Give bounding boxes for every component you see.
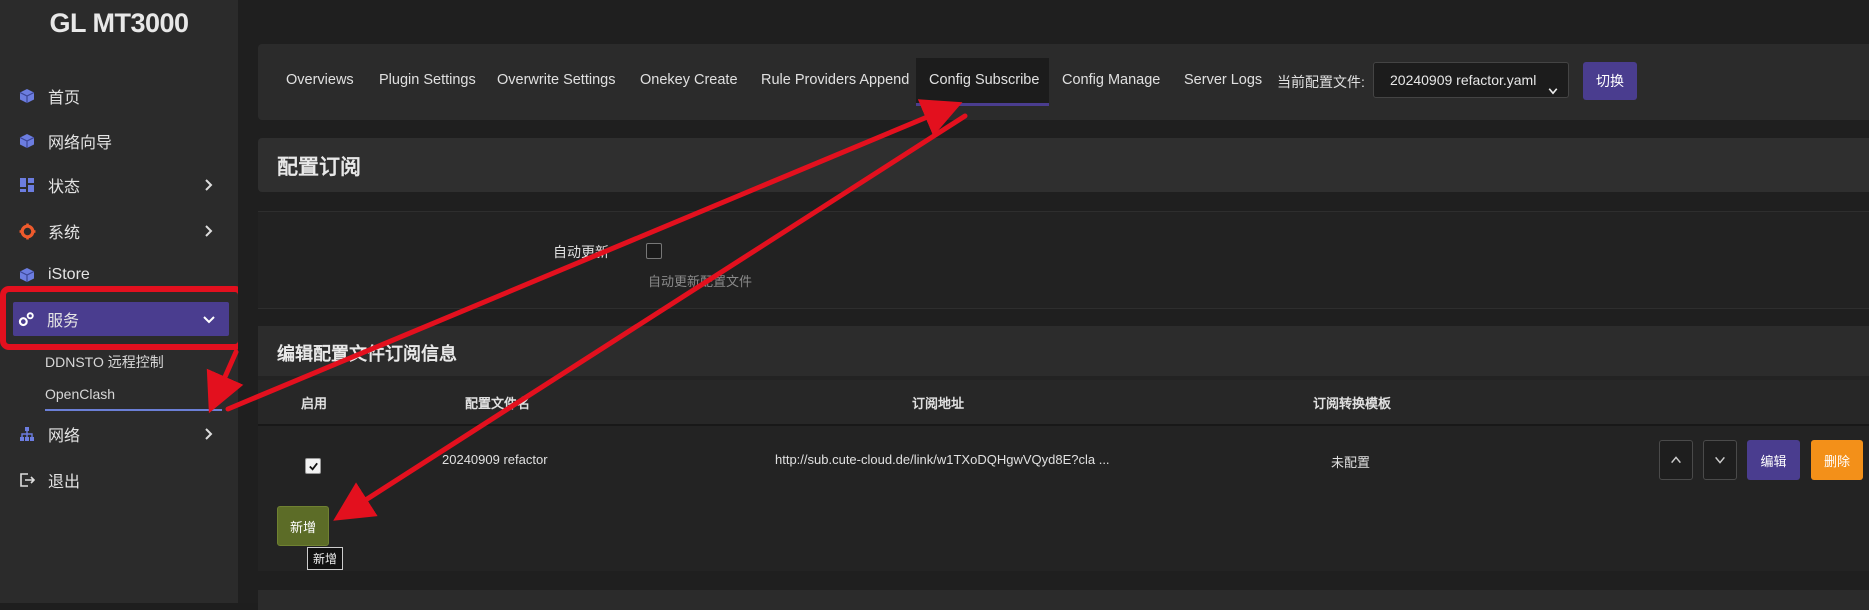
current-config-label: 当前配置文件: xyxy=(1277,74,1365,90)
network-icon xyxy=(18,425,36,443)
tab-config-subscribe[interactable]: Config Subscribe xyxy=(916,58,1049,106)
brand-title: GL MT3000 xyxy=(49,8,189,38)
sidebar-subitem-openclash[interactable]: OpenClash xyxy=(45,386,115,402)
tab-rule-providers-append[interactable]: Rule Providers Append xyxy=(761,58,909,106)
sidebar-item-label: 首页 xyxy=(48,90,81,107)
section-header xyxy=(258,138,1869,192)
tab-server-logs[interactable]: Server Logs xyxy=(1184,58,1262,106)
active-subitem-underline xyxy=(45,409,222,411)
switch-config-button[interactable]: 切换 xyxy=(1583,62,1637,100)
sidebar-item-label: iStore xyxy=(48,266,90,283)
sidebar-item-home[interactable]: 首页 xyxy=(14,79,228,113)
logout-icon xyxy=(18,471,36,489)
cube-icon xyxy=(18,266,36,284)
page-title: 配置订阅 xyxy=(277,156,361,179)
chevron-right-icon xyxy=(200,426,216,442)
sidebar-item-status[interactable]: 状态 xyxy=(14,168,228,202)
move-down-button[interactable] xyxy=(1703,440,1737,480)
sidebar-item-label: 退出 xyxy=(48,474,81,491)
row-enabled-checkbox[interactable] xyxy=(305,458,321,474)
sidebar-item-logout[interactable]: 退出 xyxy=(14,463,228,497)
column-header-enabled: 启用 xyxy=(301,396,328,411)
sidebar-item-label: 网络向导 xyxy=(48,135,113,152)
tab-plugin-settings[interactable]: Plugin Settings xyxy=(379,58,476,106)
column-header-template: 订阅转换模板 xyxy=(1313,396,1392,411)
row-subscription-url: http://sub.cute-cloud.de/link/w1TXoDQHgw… xyxy=(775,452,1110,467)
edit-subscription-header xyxy=(258,326,1869,376)
cube-icon xyxy=(18,132,36,150)
highlight-annotation-box xyxy=(0,286,244,350)
auto-update-description: 自动更新配置文件 xyxy=(648,274,753,289)
chevron-right-icon xyxy=(200,177,216,193)
chevron-right-icon xyxy=(200,223,216,239)
bottom-panel xyxy=(258,590,1869,610)
sidebar-item-network-wizard[interactable]: 网络向导 xyxy=(14,124,228,158)
current-config-select[interactable]: 20240909 refactor.yaml xyxy=(1373,62,1569,98)
chevron-up-icon xyxy=(1671,456,1681,464)
row-config-name: 20240909 refactor xyxy=(442,452,548,467)
checkmark-icon xyxy=(308,462,318,471)
gear-icon xyxy=(18,222,36,240)
column-header-subscription-url: 订阅地址 xyxy=(912,396,965,411)
sidebar-item-system[interactable]: 系统 xyxy=(14,214,228,248)
tab-config-manage[interactable]: Config Manage xyxy=(1062,58,1160,106)
add-button[interactable]: 新增 xyxy=(277,506,329,546)
auto-update-checkbox[interactable] xyxy=(646,243,662,259)
cube-icon xyxy=(18,87,36,105)
auto-update-panel xyxy=(258,211,1869,309)
row-template: 未配置 xyxy=(1331,455,1371,470)
tab-overwrite-settings[interactable]: Overwrite Settings xyxy=(497,58,615,106)
move-up-button[interactable] xyxy=(1659,440,1693,480)
delete-button[interactable]: 删除 xyxy=(1811,440,1863,480)
column-header-config-name: 配置文件名 xyxy=(465,396,531,411)
sidebar-item-label: 网络 xyxy=(48,428,81,445)
add-button-tooltip: 新增 xyxy=(307,547,344,570)
edit-subscription-title: 编辑配置文件订阅信息 xyxy=(277,344,457,364)
sidebar-subitem-ddnsto[interactable]: DDNSTO 远程控制 xyxy=(45,352,164,372)
sidebar-item-label: 状态 xyxy=(48,179,81,196)
sidebar-item-network[interactable]: 网络 xyxy=(14,417,228,451)
edit-button[interactable]: 编辑 xyxy=(1747,440,1800,480)
tab-overviews[interactable]: Overviews xyxy=(286,58,354,106)
chevron-down-icon xyxy=(1547,75,1559,109)
chevron-down-icon xyxy=(1715,456,1725,464)
current-config-value: 20240909 refactor.yaml xyxy=(1390,72,1537,88)
auto-update-label: 自动更新 xyxy=(553,244,609,260)
dashboard-icon xyxy=(18,176,36,194)
sidebar-item-label: 系统 xyxy=(48,225,81,242)
sidebar: GL MT3000 首页 网络向导 状态 系统 iStore 服务 DDNSTO… xyxy=(0,0,244,603)
tab-onekey-create[interactable]: Onekey Create xyxy=(640,58,738,106)
